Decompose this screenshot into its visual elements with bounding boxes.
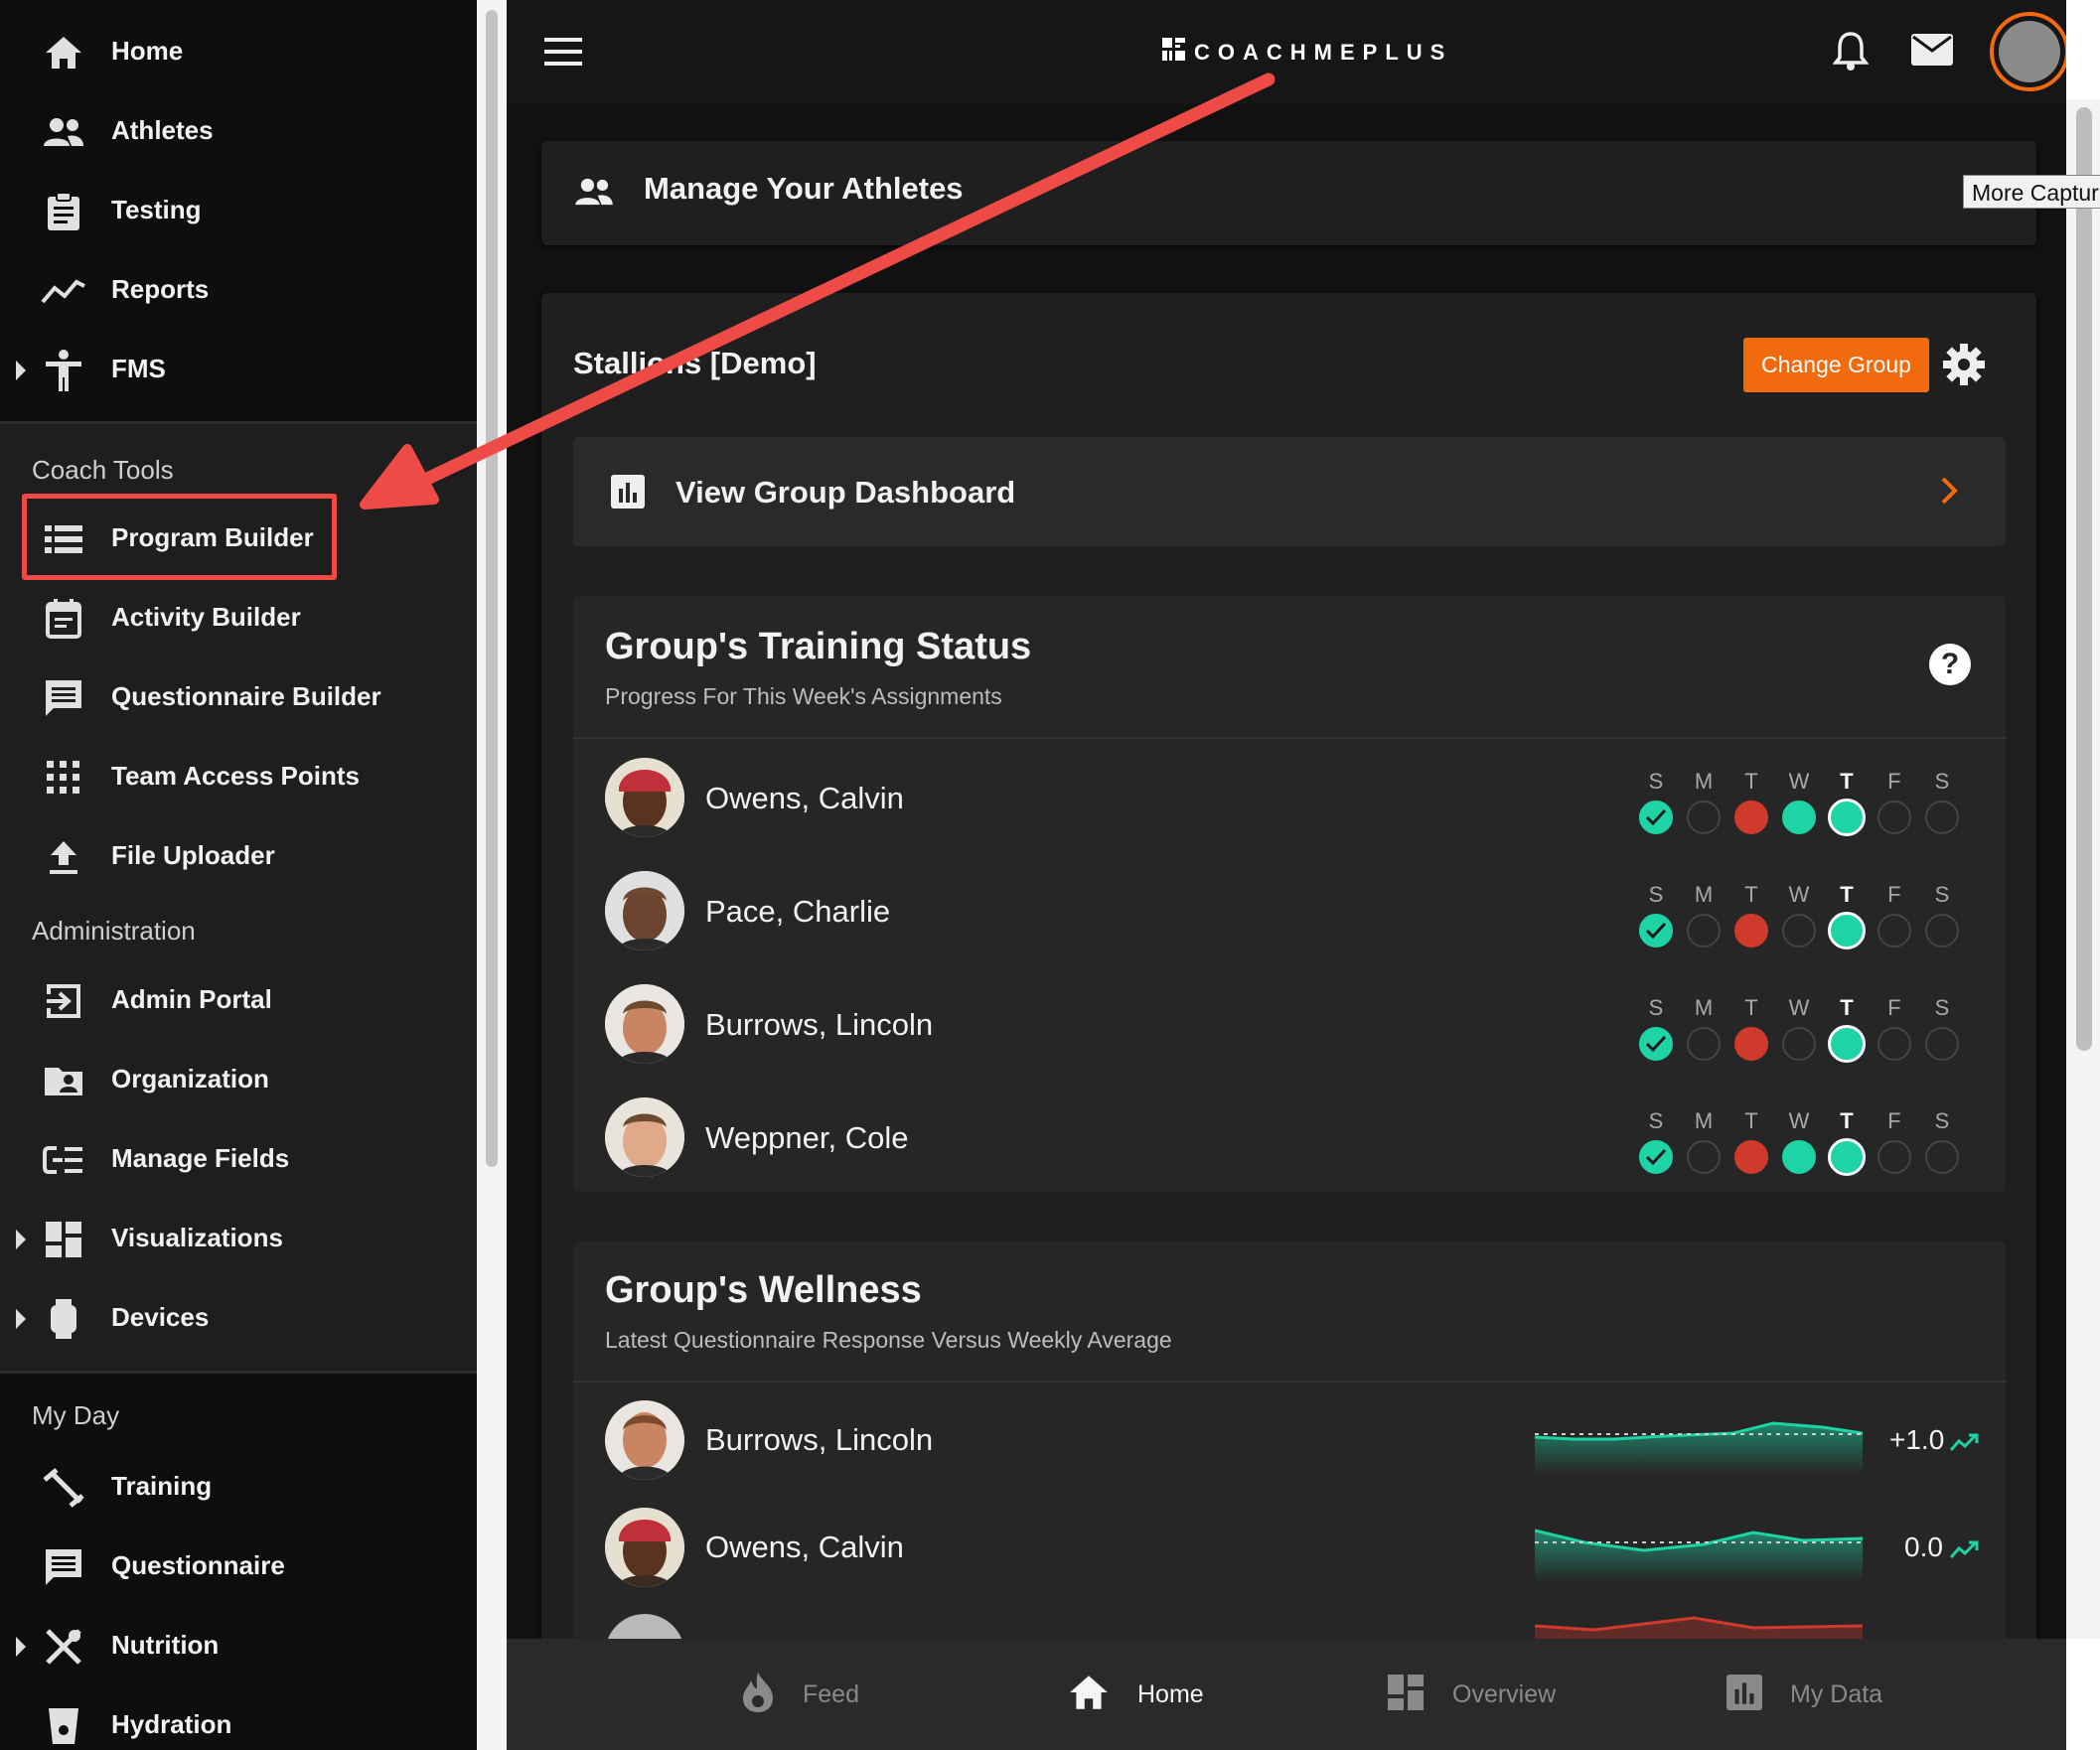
main-scrollbar-thumb[interactable]: [2076, 107, 2092, 1051]
dashboard-icon: [1387, 1674, 1425, 1716]
bottom-nav-label: Feed: [803, 1679, 859, 1708]
bottom-nav-label: Overview: [1452, 1679, 1557, 1708]
bottom-nav-feed[interactable]: Feed: [741, 1639, 859, 1750]
bottom-nav-overview[interactable]: Overview: [1387, 1639, 1556, 1750]
annotation-arrow: [360, 73, 1275, 510]
flame-icon: [741, 1671, 775, 1719]
bottom-nav-label: Home: [1137, 1679, 1204, 1708]
bottom-nav-home[interactable]: Home: [1068, 1639, 1204, 1750]
bottom-nav: Feed Home Overview My Data: [507, 1639, 2066, 1750]
bar-chart-icon: [1726, 1674, 1762, 1715]
bottom-nav-my-data[interactable]: My Data: [1726, 1639, 1882, 1750]
tooltip: More Captur: [1963, 175, 2100, 209]
bottom-nav-label: My Data: [1790, 1679, 1883, 1708]
home-icon: [1068, 1674, 1110, 1716]
